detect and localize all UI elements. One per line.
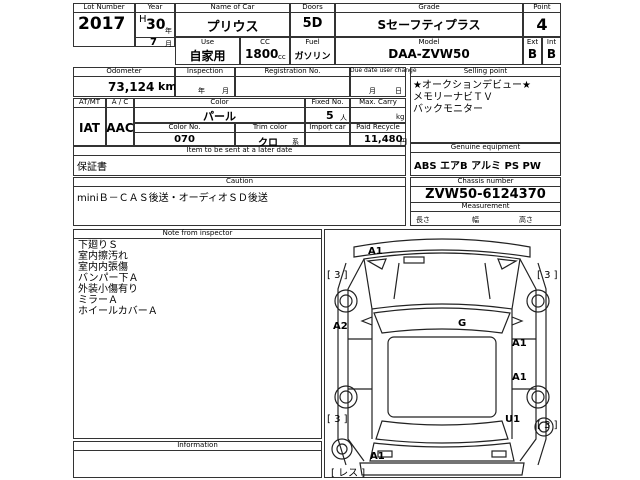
color-label: Color (210, 98, 229, 106)
measure-height: 高さ (519, 216, 533, 224)
grade-value: Sセーフティプラス (377, 18, 481, 32)
point-value: 4 (536, 15, 548, 34)
year-value: 30 (146, 17, 166, 33)
fuel-label: Fuel (305, 38, 320, 46)
equipment-label: Genuine equipment (450, 143, 521, 151)
use-label: Use (200, 38, 215, 46)
damage-a1-right-front: A1 (512, 338, 527, 349)
recycle-label: Paid Recycle (356, 123, 400, 131)
equipment-value: ABS エアB アルミ PS PW (414, 161, 541, 172)
lot-number: 2017 (78, 14, 126, 34)
measure-width: 幅 (472, 216, 479, 224)
damage-u1-rear: U1 (505, 414, 521, 425)
colorno-label: Color No. (168, 123, 201, 131)
trim-label: Trim color (252, 123, 288, 131)
grade-label: Grade (418, 3, 440, 11)
selling-points: ★オークションデビュー★ メモリーナビＴＶ バックモニター (413, 80, 531, 115)
selling-label: Selling point (463, 67, 508, 75)
caution-label: Caution (225, 177, 254, 185)
ext-value: B (527, 47, 538, 61)
ac-label: A / C (111, 98, 129, 106)
tire-tread-rear-left: [ 3 ] (327, 414, 348, 425)
damage-a1-front: A1 (368, 246, 383, 257)
inspection-label: Inspection (186, 67, 224, 75)
fixed-unit: 人 (340, 114, 347, 122)
name-label: Name of Car (210, 3, 255, 11)
tire-tread-front-right: [ 3 ] (537, 270, 558, 281)
auction-sheet: Lot Number 2017 Year H 30 年 7 月 Name of … (0, 0, 640, 480)
fixed-value: 5 (326, 109, 334, 122)
recycle-value: 11,480 (364, 134, 403, 145)
model-label: Model (418, 38, 440, 46)
year-suffix: 年 (165, 27, 172, 35)
inspector-label: Note from inspector (162, 229, 233, 237)
chassis-label: Chassis number (457, 177, 514, 185)
use-value: 自家用 (189, 49, 226, 63)
damage-a1-right-rear: A1 (512, 372, 527, 383)
max-label: Max. Carry (359, 98, 397, 106)
import-label: Import car (309, 123, 346, 131)
odometer-value: 73,124 (108, 80, 155, 94)
information-label: Information (177, 441, 218, 449)
caution-value: miniＢ－ＣＡＳ後送・オーディオＳＤ後送 (77, 193, 268, 204)
fuel-value: ガソリン (294, 52, 331, 62)
chassis-value: ZVW50-6124370 (425, 187, 546, 202)
year-label: Year (147, 3, 163, 11)
int-value: B (546, 47, 557, 61)
model-value: DAA-ZVW50 (388, 47, 470, 61)
odometer-label: Odometer (106, 67, 142, 75)
measure-length: 長さ (416, 216, 430, 224)
ac-value: AAC (106, 121, 134, 135)
car-diagram (331, 238, 554, 476)
tire-tread-front-left: [ 3 ] (327, 270, 348, 281)
cc-unit: cc (278, 53, 286, 61)
odometer-unit: km (158, 80, 177, 93)
point-label: Point (533, 3, 551, 11)
ext-label: Ext (526, 38, 539, 46)
items-value: 保証書 (77, 162, 107, 173)
atmt-label: AT/MT (78, 98, 101, 106)
month-value: 7 (150, 37, 157, 48)
damage-g-roof: G (458, 318, 467, 329)
cc-value: 1800 (245, 47, 279, 61)
fixed-label: Fixed No. (311, 98, 344, 106)
cc-label: CC (260, 38, 270, 46)
doors-value: 5D (302, 16, 323, 31)
tire-tread-rear-right: [ 3 ] (537, 420, 558, 431)
due-label: Due date user change (350, 67, 417, 74)
inspection-month: 月 (222, 87, 229, 95)
max-unit: kg (396, 113, 405, 121)
inspector-notes: 下廻りＳ 室内擦汚れ 室内内張傷 バンパー下Ａ 外装小傷有り ミラーＡ ホイール… (78, 240, 158, 317)
registration-label: Registration No. (264, 67, 321, 75)
inspection-year: 年 (198, 87, 205, 95)
lot-label: Lot Number (83, 3, 125, 11)
damage-a2-left: A2 (333, 321, 348, 332)
colorno-value: 070 (174, 134, 195, 145)
due-month: 月 (369, 87, 376, 95)
damage-a1-rear-wheel: A1 (370, 451, 385, 462)
car-name: プリウス (206, 20, 259, 35)
month-suffix: 月 (165, 40, 172, 48)
doors-label: Doors (302, 3, 323, 11)
items-label: Item to be sent at a later date (186, 146, 293, 154)
color-value: パール (203, 110, 236, 123)
int-label: Int (546, 38, 557, 46)
measure-label: Measurement (461, 202, 510, 210)
spare-tire-status: [ レス ] (331, 468, 366, 479)
atmt-value: IAT (78, 121, 100, 135)
due-day: 日 (395, 87, 402, 95)
